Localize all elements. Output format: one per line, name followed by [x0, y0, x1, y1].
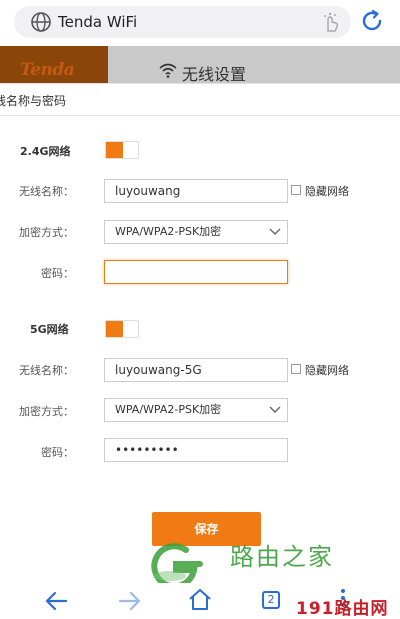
toggle-knob	[106, 142, 123, 158]
watermark-logo-icon	[151, 543, 203, 586]
encryption-select-2g[interactable]: WPA/WPA2-PSK加密	[104, 220, 288, 244]
home-icon[interactable]	[187, 587, 213, 613]
toggle-knob	[106, 321, 123, 337]
modal-divider	[0, 115, 400, 116]
hide-network-label-2g: 隐藏网络	[305, 185, 349, 198]
tabs-icon[interactable]: 2	[262, 591, 280, 609]
ssid-input-2g[interactable]: luyouwang	[104, 179, 288, 203]
hide-network-label-5g: 隐藏网络	[305, 364, 349, 377]
modal-title: 线名称与密码	[0, 94, 67, 108]
router-logo: Tenda	[20, 60, 75, 80]
encryption-label-2g: 加密方式：	[19, 226, 74, 239]
ssid-input-5g[interactable]: luyouwang-5G	[104, 358, 288, 382]
site-watermark: 191路由网	[296, 599, 389, 619]
url-text[interactable]: Tenda WiFi	[58, 13, 137, 31]
encryption-value-5g: WPA/WPA2-PSK加密	[115, 403, 222, 416]
chevron-down-icon	[269, 406, 281, 413]
globe-icon	[31, 12, 51, 32]
forward-arrow-icon[interactable]	[116, 588, 142, 614]
wifi-icon	[159, 63, 177, 78]
ssid-label-2g: 无线名称：	[19, 185, 74, 198]
encryption-label-5g: 加密方式：	[19, 405, 74, 418]
gesture-icon[interactable]	[320, 11, 342, 33]
header-title: 无线设置	[182, 65, 247, 84]
toggle-2g[interactable]	[105, 141, 139, 159]
password-input-5g[interactable]: •••••••••	[104, 438, 288, 462]
hide-network-checkbox-5g[interactable]	[291, 364, 301, 374]
password-label-2g: 密码：	[41, 267, 74, 280]
toggle-5g[interactable]	[105, 320, 139, 338]
password-input-2g[interactable]	[104, 260, 288, 284]
back-arrow-icon[interactable]	[44, 588, 70, 614]
section-label-5g: 5G网络	[30, 323, 69, 336]
watermark-text: 路由之家	[230, 543, 334, 571]
chevron-down-icon	[269, 228, 281, 235]
password-label-5g: 密码：	[41, 446, 74, 459]
hide-network-checkbox-2g[interactable]	[291, 185, 301, 195]
section-label-2g: 2.4G网络	[20, 145, 71, 158]
refresh-icon[interactable]	[360, 9, 384, 33]
encryption-value-2g: WPA/WPA2-PSK加密	[115, 225, 222, 238]
ssid-label-5g: 无线名称：	[19, 364, 74, 377]
encryption-select-5g[interactable]: WPA/WPA2-PSK加密	[104, 398, 288, 422]
